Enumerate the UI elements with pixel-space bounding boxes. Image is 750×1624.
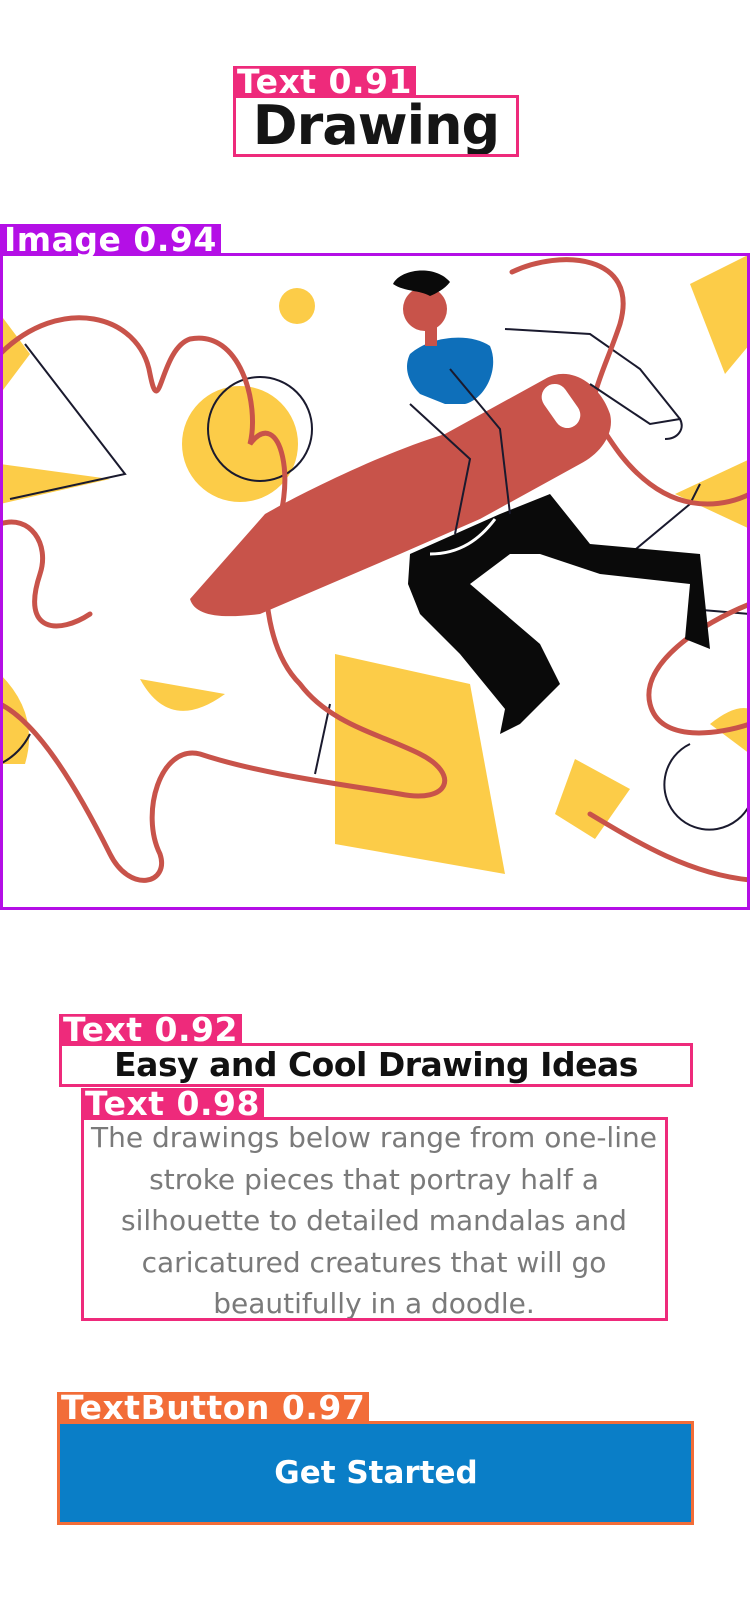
detection-label: Image 0.94 (0, 223, 221, 256)
detection-box-heading: Text 0.92 (59, 1013, 693, 1087)
detection-label: TextButton 0.97 (57, 1391, 370, 1424)
detection-box-image: Image 0.94 (0, 223, 750, 910)
detection-label: Text 0.91 (233, 65, 416, 98)
detection-box-title: Text 0.91 (233, 65, 519, 157)
detection-box-button: TextButton 0.97 (57, 1391, 694, 1525)
detection-label: Text 0.92 (59, 1013, 242, 1046)
detection-box-description: Text 0.98 (81, 1087, 668, 1321)
detection-label: Text 0.98 (81, 1087, 264, 1120)
